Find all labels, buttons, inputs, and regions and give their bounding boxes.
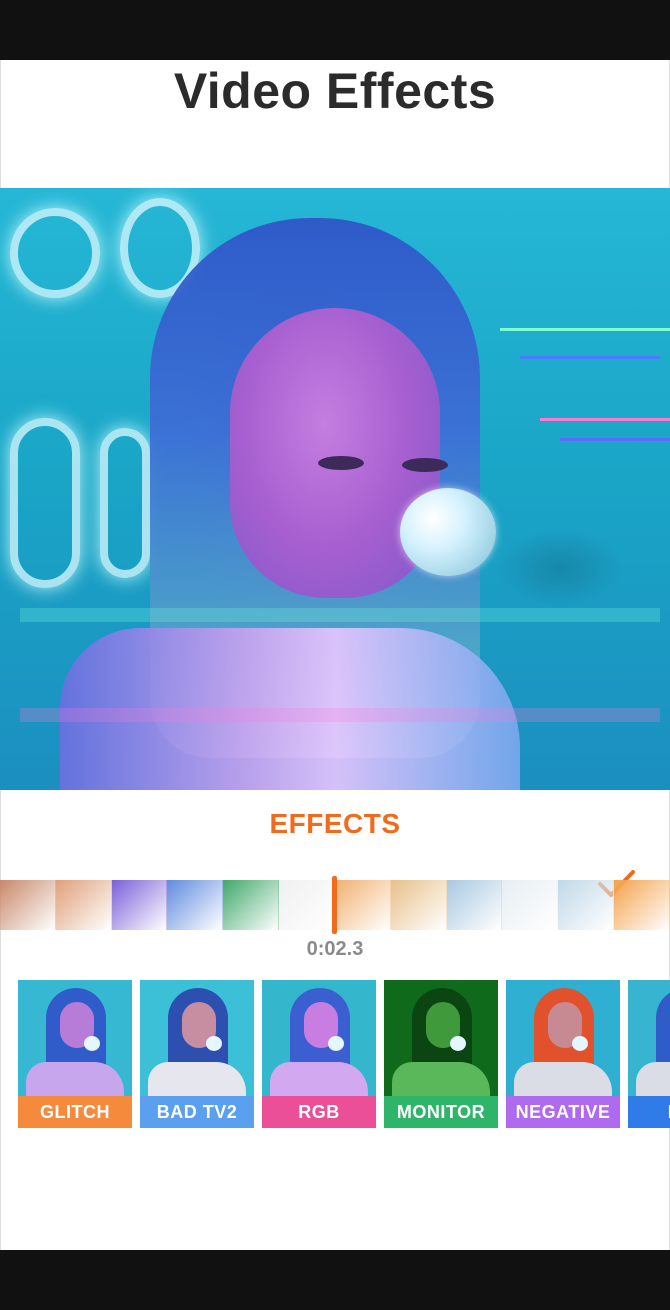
- thumb-body: [392, 1062, 490, 1096]
- effects-title: EFFECTS: [269, 808, 401, 839]
- glitch-band: [20, 708, 660, 722]
- status-bar: [0, 0, 670, 60]
- effect-bad-tv2[interactable]: BAD TV2: [140, 980, 254, 1128]
- timeline-frame: [0, 880, 56, 930]
- timeline-frame: [223, 880, 280, 930]
- timeline-frame: [502, 880, 559, 930]
- thumb-body: [514, 1062, 612, 1096]
- effect-monitor[interactable]: MONITOR: [384, 980, 498, 1128]
- timeline-frame: [167, 880, 224, 930]
- playhead[interactable]: [332, 876, 337, 934]
- timeline-frame: [334, 880, 391, 930]
- thumb-body: [26, 1062, 124, 1096]
- effect-list: GLITCHBAD TV2RGBMONITORNEGATIVEMIR: [0, 980, 670, 1130]
- effect-glitch[interactable]: GLITCH: [18, 980, 132, 1128]
- effect-label: NEGATIVE: [506, 1096, 620, 1128]
- effect-thumbnail: [18, 980, 132, 1096]
- effect-label: BAD TV2: [140, 1096, 254, 1128]
- effect-label: MONITOR: [384, 1096, 498, 1128]
- glitch-line: [540, 418, 670, 421]
- effect-label: GLITCH: [18, 1096, 132, 1128]
- timeline-frame: [390, 880, 447, 930]
- glitch-line: [500, 328, 670, 331]
- thumb-bubble: [328, 1036, 344, 1051]
- neon-sign: [10, 208, 100, 298]
- effect-thumbnail: [262, 980, 376, 1096]
- thumb-body: [148, 1062, 246, 1096]
- timeline-frame: [614, 880, 670, 930]
- neon-sign: [100, 428, 150, 578]
- timeline-frame: [446, 880, 503, 930]
- glitch-line: [560, 438, 670, 441]
- effect-rgb[interactable]: RGB: [262, 980, 376, 1128]
- effect-thumbnail: [628, 980, 670, 1096]
- subject-eye: [318, 456, 364, 470]
- thumb-body: [270, 1062, 368, 1096]
- thumb-bubble: [450, 1036, 466, 1051]
- subject-eye: [402, 458, 448, 472]
- thumb-bubble: [206, 1036, 222, 1051]
- neon-sign: [10, 418, 80, 588]
- bubble-gum: [400, 488, 496, 576]
- thumb-bubble: [572, 1036, 588, 1051]
- thumb-bubble: [84, 1036, 100, 1051]
- timecode: 0:02.3: [306, 938, 364, 960]
- video-preview[interactable]: [0, 188, 670, 790]
- thumb-body: [636, 1062, 670, 1096]
- timeline-frame: [279, 880, 335, 930]
- effect-label: RGB: [262, 1096, 376, 1128]
- effect-thumbnail: [384, 980, 498, 1096]
- effect-thumbnail: [140, 980, 254, 1096]
- timeline-frame: [55, 880, 112, 930]
- glitch-line: [520, 356, 660, 359]
- effect-negative[interactable]: NEGATIVE: [506, 980, 620, 1128]
- timeline-frame: [558, 880, 615, 930]
- effect-label: MIR: [628, 1096, 670, 1128]
- page-title: Video Effects: [173, 63, 497, 119]
- effect-mir[interactable]: MIR: [628, 980, 670, 1128]
- timeline-frame: [111, 880, 168, 930]
- glitch-band: [20, 608, 660, 622]
- effect-thumbnail: [506, 980, 620, 1096]
- navigation-bar: [0, 1250, 670, 1310]
